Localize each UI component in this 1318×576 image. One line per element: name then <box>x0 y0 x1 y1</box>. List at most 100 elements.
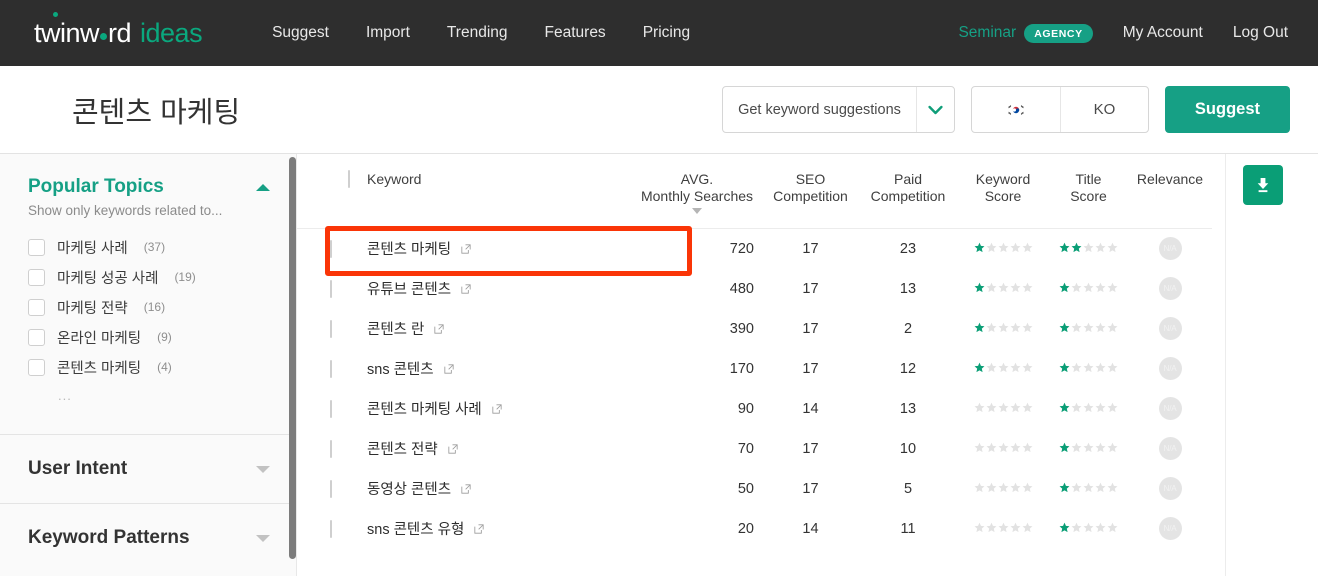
row-select-cell[interactable] <box>297 309 367 349</box>
table-row[interactable]: sns 콘텐츠 170 17 12 N/A <box>297 349 1212 389</box>
more-topics-ellipsis[interactable]: ... <box>58 388 296 403</box>
table-row[interactable]: 콘텐츠 란 390 17 2 N/A <box>297 309 1212 349</box>
star-icon <box>986 321 997 337</box>
external-link-icon[interactable] <box>461 483 471 494</box>
topic-checkbox[interactable] <box>28 358 45 376</box>
row-checkbox[interactable] <box>330 399 332 418</box>
star-icon <box>1083 241 1094 257</box>
column-header-keyword-score[interactable]: Keyword Score <box>957 154 1049 229</box>
keyword-text[interactable]: sns 콘텐츠 <box>367 358 434 379</box>
external-link-icon[interactable] <box>448 443 458 454</box>
table-row[interactable]: 콘텐츠 마케팅 사례 90 14 13 N/A <box>297 389 1212 429</box>
column-header-keyword[interactable]: Keyword <box>367 154 632 229</box>
keyword-text[interactable]: 콘텐츠 란 <box>367 318 424 339</box>
sidebar-section-user-intent[interactable]: User Intent <box>0 434 296 503</box>
row-select-cell[interactable] <box>297 229 367 269</box>
row-select-cell[interactable] <box>297 509 367 549</box>
select-all-checkbox[interactable] <box>347 170 350 188</box>
column-header-title-score[interactable]: Title Score <box>1049 154 1128 229</box>
row-select-cell[interactable] <box>297 349 367 389</box>
nav-link-pricing[interactable]: Pricing <box>643 24 690 42</box>
select-all-cell[interactable] <box>297 154 367 229</box>
nav-link-log-out[interactable]: Log Out <box>1233 24 1288 42</box>
nav-link-my-account[interactable]: My Account <box>1123 24 1203 42</box>
external-link-icon[interactable] <box>474 523 484 534</box>
topic-checkbox[interactable] <box>28 298 45 316</box>
external-link-icon[interactable] <box>461 244 471 254</box>
keyword-text[interactable]: sns 콘텐츠 유형 <box>367 518 464 539</box>
language-selector[interactable]: KO <box>970 86 1149 133</box>
row-checkbox[interactable] <box>330 519 332 538</box>
row-checkbox[interactable] <box>330 239 332 258</box>
list-item[interactable]: 콘텐츠 마케팅 (4) <box>28 352 296 382</box>
list-item[interactable]: 마케팅 성공 사례 (19) <box>28 262 296 292</box>
suggestion-mode-select[interactable]: Get keyword suggestions <box>722 86 955 133</box>
nav-link-trending[interactable]: Trending <box>447 24 508 42</box>
table-row[interactable]: sns 콘텐츠 유형 20 14 11 N/A <box>297 509 1212 549</box>
column-header-seo-competition[interactable]: SEO Competition <box>762 154 859 229</box>
row-checkbox[interactable] <box>330 359 332 378</box>
row-select-cell[interactable] <box>297 469 367 509</box>
suggest-button[interactable]: Suggest <box>1164 86 1290 133</box>
keyword-text[interactable]: 콘텐츠 마케팅 사례 <box>367 398 482 419</box>
cell-keyword[interactable]: 유튜브 콘텐츠 <box>367 269 632 309</box>
row-checkbox[interactable] <box>330 479 332 498</box>
column-header-paid-competition[interactable]: Paid Competition <box>859 154 957 229</box>
row-checkbox[interactable] <box>330 319 332 338</box>
list-item[interactable]: 마케팅 전략 (16) <box>28 292 296 322</box>
suggestion-mode-value: Get keyword suggestions <box>738 101 901 118</box>
popular-topics-header[interactable]: Popular Topics <box>28 176 296 198</box>
table-row[interactable]: 동영상 콘텐츠 50 17 5 N/A <box>297 469 1212 509</box>
column-header-avg-monthly-searches[interactable]: AVG. Monthly Searches <box>632 154 762 229</box>
keyword-text[interactable]: 유튜브 콘텐츠 <box>367 278 451 299</box>
row-checkbox[interactable] <box>330 279 332 298</box>
keyword-text[interactable]: 동영상 콘텐츠 <box>367 478 451 499</box>
topic-checkbox[interactable] <box>28 238 45 256</box>
sidebar-scrollbar[interactable] <box>289 157 296 559</box>
cell-keyword[interactable]: 콘텐츠 전략 <box>367 429 632 469</box>
cell-keyword[interactable]: 콘텐츠 마케팅 <box>367 229 632 269</box>
table-row[interactable]: 유튜브 콘텐츠 480 17 13 N/A <box>297 269 1212 309</box>
cell-keyword[interactable]: 동영상 콘텐츠 <box>367 469 632 509</box>
row-checkbox[interactable] <box>330 439 332 458</box>
external-link-icon[interactable] <box>492 403 502 414</box>
triangle-down-icon[interactable] <box>256 465 270 473</box>
download-button[interactable] <box>1243 165 1283 205</box>
table-row[interactable]: 콘텐츠 전략 70 17 10 N/A <box>297 429 1212 469</box>
row-select-cell[interactable] <box>297 269 367 309</box>
row-select-cell[interactable] <box>297 429 367 469</box>
triangle-up-icon[interactable] <box>256 183 270 191</box>
user-plan-group[interactable]: Seminar AGENCY <box>958 23 1093 43</box>
flag-south-korea-icon[interactable] <box>972 87 1060 132</box>
topic-checkbox[interactable] <box>28 328 45 346</box>
external-link-icon[interactable] <box>461 283 471 294</box>
list-item[interactable]: 마케팅 사례 (37) <box>28 232 296 262</box>
cell-keyword[interactable]: 콘텐츠 란 <box>367 309 632 349</box>
logo[interactable]: twinw rd ideas <box>34 11 203 49</box>
sort-descending-icon[interactable] <box>692 208 702 214</box>
nav-link-features[interactable]: Features <box>545 24 606 42</box>
chevron-down-icon[interactable] <box>915 87 954 132</box>
list-item[interactable]: 온라인 마케팅 (9) <box>28 322 296 352</box>
external-link-icon[interactable] <box>434 323 444 334</box>
cell-keyword[interactable]: sns 콘텐츠 유형 <box>367 509 632 549</box>
star-icon <box>1010 321 1021 337</box>
triangle-down-icon[interactable] <box>256 534 270 542</box>
topic-checkbox[interactable] <box>28 268 45 286</box>
cell-keyword[interactable]: 콘텐츠 마케팅 사례 <box>367 389 632 429</box>
keyword-text[interactable]: 콘텐츠 전략 <box>367 438 438 459</box>
keyword-text[interactable]: 콘텐츠 마케팅 <box>367 238 451 259</box>
nav-link-suggest[interactable]: Suggest <box>272 24 329 42</box>
user-name[interactable]: Seminar <box>958 24 1016 42</box>
star-icon <box>1095 521 1106 537</box>
star-icon <box>1107 321 1118 337</box>
nav-link-import[interactable]: Import <box>366 24 410 42</box>
external-link-icon[interactable] <box>444 363 454 374</box>
sidebar-section-keyword-patterns[interactable]: Keyword Patterns <box>0 503 296 572</box>
language-code[interactable]: KO <box>1059 87 1148 132</box>
cell-keyword[interactable]: sns 콘텐츠 <box>367 349 632 389</box>
row-select-cell[interactable] <box>297 389 367 429</box>
table-row[interactable]: 콘텐츠 마케팅 720 17 23 N/A <box>297 229 1212 269</box>
column-header-avg-line2: Monthly Searches <box>640 188 754 204</box>
column-header-relevance[interactable]: Relevance <box>1128 154 1212 229</box>
